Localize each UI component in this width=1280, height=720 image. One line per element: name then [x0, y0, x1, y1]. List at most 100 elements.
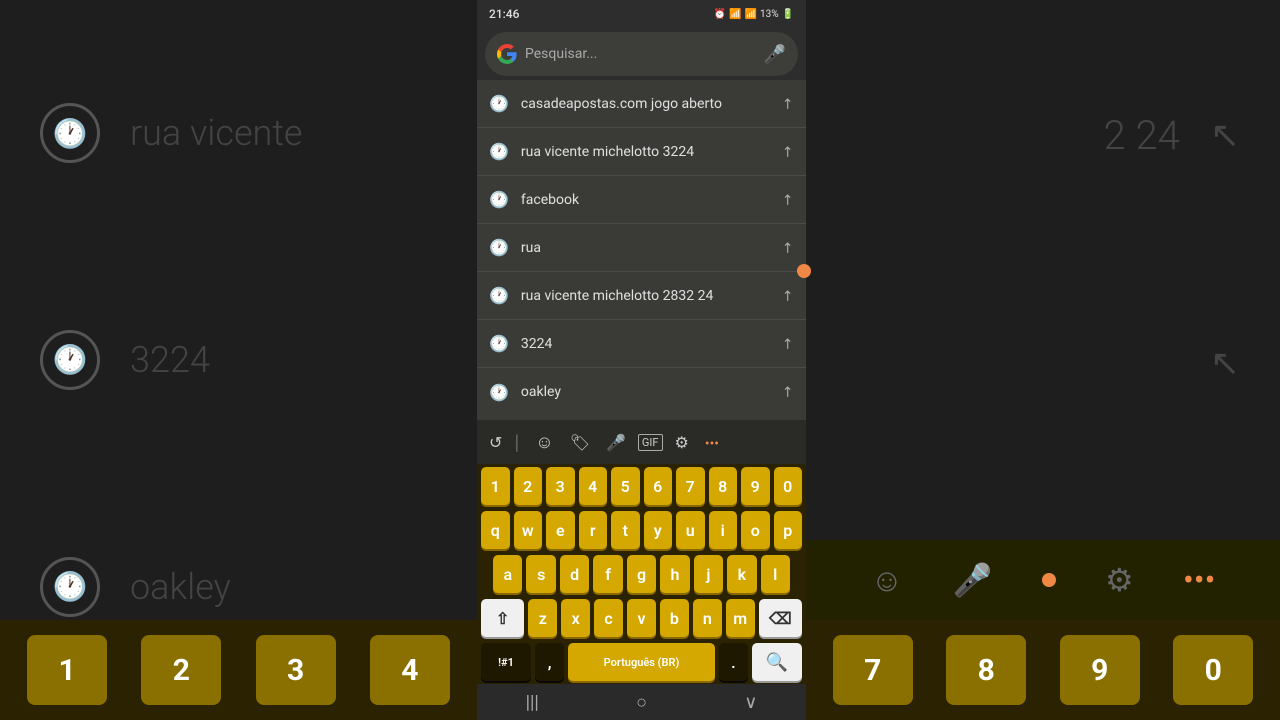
kb-key-y[interactable]: y — [644, 511, 673, 549]
suggestion-text-7: oakley — [521, 384, 770, 400]
clock-icon-2: 🕐 — [489, 142, 509, 161]
bg-right-item-2: ↖ — [826, 332, 1260, 394]
alarm-icon: ⏰ — [714, 9, 726, 20]
kb-row-bottom: !#1 , Português (BR) . 🔍 — [477, 640, 806, 684]
suggestion-item-2[interactable]: 🕐 rua vicente michelotto 3224 ↗ — [477, 128, 806, 176]
toolbar-emoji-icon[interactable]: ☺ — [531, 428, 557, 457]
bg-keyboard-row-left: 1 2 3 4 — [0, 620, 477, 720]
kb-key-0[interactable]: 0 — [774, 467, 803, 505]
suggestion-text-5: rua vicente michelotto 2832 24 — [521, 288, 770, 304]
toolbar-gif-icon[interactable]: GIF — [638, 434, 663, 451]
nav-home-icon[interactable]: ○ — [636, 692, 647, 713]
status-time: 21:46 — [489, 7, 519, 21]
bg-text-1: rua vicente — [130, 112, 303, 154]
kb-key-b[interactable]: b — [660, 599, 689, 637]
suggestion-text-1: casadeapostas.com jogo aberto — [521, 96, 770, 112]
bg-clock-icon-2: 🕐 — [40, 330, 100, 390]
kb-key-i[interactable]: i — [709, 511, 738, 549]
kb-key-q[interactable]: q — [481, 511, 510, 549]
kb-key-numbers[interactable]: !#1 — [481, 643, 531, 681]
arrow-icon-2: ↗ — [778, 142, 798, 162]
search-bar[interactable]: Pesquisar... 🎤 — [485, 32, 798, 76]
bg-item-3: 🕐 oakley — [20, 547, 457, 627]
kb-key-8[interactable]: 8 — [709, 467, 738, 505]
bg-clock-icon-1: 🕐 — [40, 103, 100, 163]
kb-key-f[interactable]: f — [593, 555, 622, 593]
kb-key-search[interactable]: 🔍 — [752, 643, 802, 681]
kb-key-n[interactable]: n — [693, 599, 722, 637]
kb-key-w[interactable]: w — [514, 511, 543, 549]
search-input-placeholder[interactable]: Pesquisar... — [525, 46, 756, 62]
bg-item-1: 🕐 rua vicente — [20, 93, 457, 173]
kb-key-u[interactable]: u — [676, 511, 705, 549]
kb-key-e[interactable]: e — [546, 511, 575, 549]
orange-dot — [797, 264, 811, 278]
kb-key-4[interactable]: 4 — [579, 467, 608, 505]
status-bar: 21:46 ⏰ 📶 📶 13% 🔋 — [477, 0, 806, 28]
kb-key-5[interactable]: 5 — [611, 467, 640, 505]
kb-key-z[interactable]: z — [528, 599, 557, 637]
kb-key-g[interactable]: g — [627, 555, 656, 593]
suggestion-item-5[interactable]: 🕐 rua vicente michelotto 2832 24 ↗ — [477, 272, 806, 320]
kb-key-m[interactable]: m — [726, 599, 755, 637]
bg-right-item-1: 2 24 ↖ — [826, 102, 1260, 169]
kb-row-zxcv: ⇧ z x c v b n m ⌫ — [477, 596, 806, 640]
status-icons: ⏰ 📶 📶 13% 🔋 — [714, 9, 794, 20]
background-right: 2 24 ↖ ↖ ↖ ☺ 🎤 ⚙ ••• 7 8 9 0 — [806, 0, 1280, 720]
bg-arrow-1: ↖ — [1210, 114, 1240, 156]
toolbar-more-icon[interactable]: ••• — [701, 432, 723, 456]
kb-key-shift[interactable]: ⇧ — [481, 599, 524, 637]
kb-key-period[interactable]: . — [719, 643, 748, 681]
kb-key-p[interactable]: p — [774, 511, 803, 549]
toolbar-sticker-icon[interactable]: 🏷 — [566, 429, 594, 456]
kb-key-r[interactable]: r — [579, 511, 608, 549]
kb-key-space[interactable]: Português (BR) — [568, 643, 714, 681]
kb-key-t[interactable]: t — [611, 511, 640, 549]
keyboard-toolbar: ↺ | ☺ 🏷 🎤 GIF ⚙ ••• — [477, 420, 806, 464]
mic-icon[interactable]: 🎤 — [764, 44, 786, 65]
clock-icon-7: 🕐 — [489, 383, 509, 402]
bg-key-2: 2 — [141, 635, 221, 705]
kb-key-2[interactable]: 2 — [514, 467, 543, 505]
kb-key-j[interactable]: j — [694, 555, 723, 593]
nav-menu-icon[interactable]: ||| — [526, 692, 539, 713]
suggestion-text-3: facebook — [521, 192, 770, 208]
kb-key-comma[interactable]: , — [535, 643, 564, 681]
suggestions-list: 🕐 casadeapostas.com jogo aberto ↗ 🕐 rua … — [477, 80, 806, 420]
kb-key-o[interactable]: o — [741, 511, 770, 549]
kb-key-v[interactable]: v — [627, 599, 656, 637]
suggestion-item-3[interactable]: 🕐 facebook ↗ — [477, 176, 806, 224]
bg-key-7: 7 — [833, 635, 913, 705]
kb-key-l[interactable]: l — [761, 555, 790, 593]
bg-toolbar-dot — [1042, 573, 1056, 587]
bg-key-9: 9 — [1060, 635, 1140, 705]
kb-key-3[interactable]: 3 — [546, 467, 575, 505]
kb-key-7[interactable]: 7 — [676, 467, 705, 505]
kb-key-1[interactable]: 1 — [481, 467, 510, 505]
toolbar-mic-icon[interactable]: 🎤 — [602, 429, 630, 456]
kb-key-s[interactable]: s — [526, 555, 555, 593]
toolbar-settings-icon[interactable]: ⚙ — [671, 429, 693, 456]
kb-key-a[interactable]: a — [493, 555, 522, 593]
nav-bar: ||| ○ ∨ — [477, 684, 806, 720]
kb-key-9[interactable]: 9 — [741, 467, 770, 505]
bg-toolbar-right: ☺ 🎤 ⚙ ••• — [806, 540, 1280, 620]
suggestion-item-6[interactable]: 🕐 3224 ↗ — [477, 320, 806, 368]
kb-key-h[interactable]: h — [660, 555, 689, 593]
suggestion-item-1[interactable]: 🕐 casadeapostas.com jogo aberto ↗ — [477, 80, 806, 128]
nav-back-icon[interactable]: ∨ — [744, 692, 757, 713]
kb-key-d[interactable]: d — [560, 555, 589, 593]
toolbar-refresh-icon[interactable]: ↺ — [485, 429, 506, 456]
kb-key-c[interactable]: c — [594, 599, 623, 637]
suggestion-item-4[interactable]: 🕐 rua ↗ — [477, 224, 806, 272]
kb-key-6[interactable]: 6 — [644, 467, 673, 505]
kb-key-x[interactable]: x — [561, 599, 590, 637]
suggestion-item-7[interactable]: 🕐 oakley ↗ — [477, 368, 806, 416]
suggestion-text-2: rua vicente michelotto 3224 — [521, 144, 770, 160]
phone-screen: 21:46 ⏰ 📶 📶 13% 🔋 Pesquisar... 🎤 🕐 casad… — [477, 0, 806, 720]
arrow-icon-4: ↗ — [778, 238, 798, 258]
kb-key-k[interactable]: k — [727, 555, 756, 593]
arrow-icon-6: ↗ — [778, 334, 798, 354]
bg-arrow-2: ↖ — [1210, 342, 1240, 384]
kb-key-backspace[interactable]: ⌫ — [759, 599, 802, 637]
